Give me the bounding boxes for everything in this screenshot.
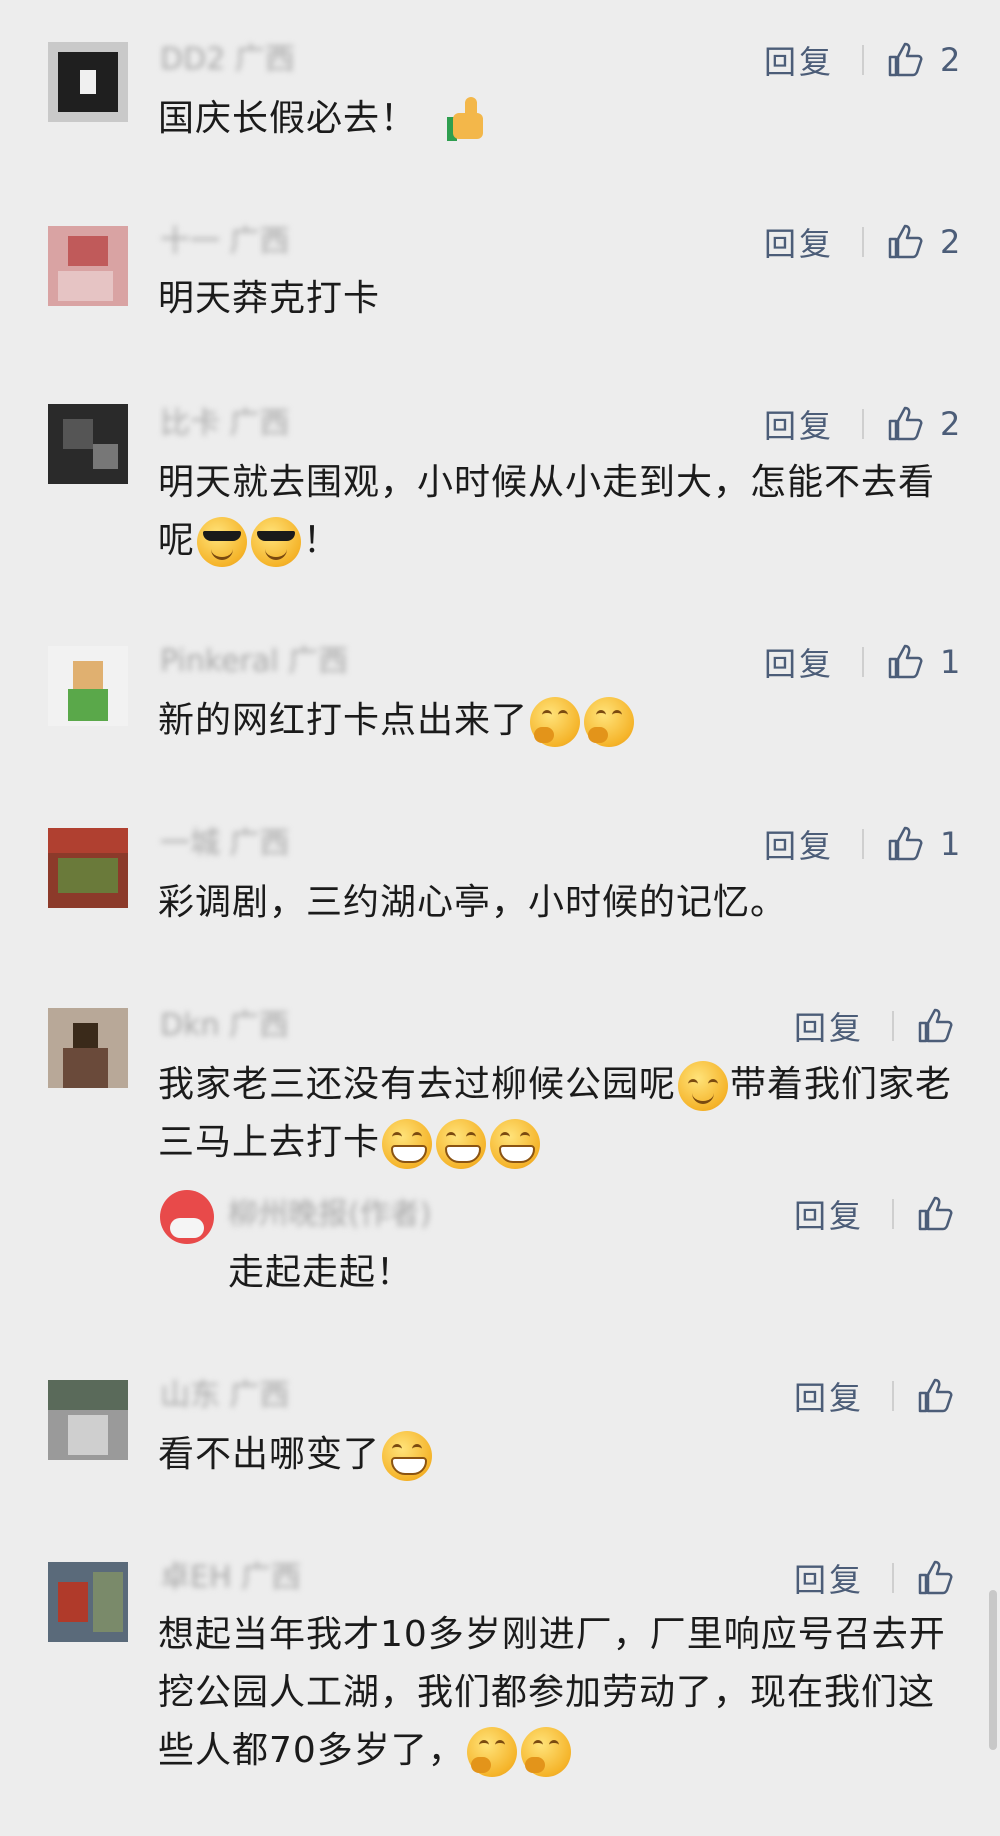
comment-text: 我家老三还没有去过柳候公园呢 带着我们家老三马上去打卡: [158, 1056, 958, 1172]
like-button[interactable]: [916, 1194, 956, 1234]
like-button[interactable]: 2: [886, 40, 960, 80]
reply-button[interactable]: 回复: [794, 1191, 864, 1237]
reply-button[interactable]: 回复: [794, 1373, 864, 1419]
action-divider: [862, 829, 865, 859]
thinking-emoji-icon: [530, 697, 581, 747]
like-button[interactable]: [916, 1558, 956, 1598]
thumbs-up-icon: [918, 1196, 953, 1231]
comment-text-body: 新的网红打卡点出来了: [158, 700, 529, 741]
avatar[interactable]: [48, 1380, 128, 1460]
grin-emoji-icon: [382, 1119, 433, 1169]
comment-text: 想起当年我才10多岁刚进厂，厂里响应号召去开挖公园人工湖，我们都参加劳动了，现在…: [158, 1606, 958, 1780]
comment-actions: 回复: [794, 1001, 956, 1051]
avatar[interactable]: [48, 646, 128, 726]
like-button[interactable]: 2: [886, 404, 960, 444]
like-count: 2: [940, 223, 961, 261]
thumbs-up-icon: [888, 406, 923, 441]
comment-text-end: ！: [303, 520, 341, 561]
sunglasses-emoji-icon: [251, 517, 302, 567]
avatar[interactable]: [160, 1190, 214, 1244]
comment-actions: 回复 1: [764, 819, 960, 869]
comment-text: 明天就去围观，小时候从小走到大，怎能不去看呢！: [158, 454, 958, 570]
thumbs-up-icon: [888, 42, 923, 77]
squint-emoji-icon: [678, 1061, 729, 1111]
action-divider: [862, 227, 865, 257]
comment-actions: 回复: [794, 1371, 956, 1421]
reply-button[interactable]: 回复: [764, 639, 834, 685]
comment-actions: 回复 1: [764, 637, 960, 687]
like-count: 2: [940, 41, 961, 79]
comment-actions: 回复 2: [764, 217, 960, 267]
comment-author[interactable]: 卓EH 广西: [160, 1558, 400, 1598]
like-count: 1: [940, 825, 961, 863]
avatar[interactable]: [48, 828, 128, 908]
comment-text-body: 看不出哪变了: [158, 1434, 381, 1475]
thinking-emoji-icon: [520, 1727, 571, 1777]
like-button[interactable]: 2: [886, 222, 960, 262]
thumbs-up-emoji-icon: [447, 95, 497, 145]
action-divider: [862, 45, 865, 75]
comment-text: 国庆长假必去！: [158, 90, 958, 148]
avatar[interactable]: [48, 404, 128, 484]
reply-button[interactable]: 回复: [764, 219, 834, 265]
action-divider: [892, 1381, 895, 1411]
comment-actions: 回复 2: [764, 399, 960, 449]
comment-text: 彩调剧，三约湖心亭，小时候的记忆。: [158, 882, 788, 923]
like-button[interactable]: [916, 1376, 956, 1416]
comment-author[interactable]: 比卡 广西: [160, 404, 400, 444]
thumbs-up-icon: [918, 1378, 953, 1413]
thumbs-up-icon: [888, 224, 923, 259]
comment-actions: 回复 2: [764, 35, 960, 85]
grin-emoji-icon: [382, 1431, 433, 1481]
grin-emoji-icon: [490, 1119, 541, 1169]
comment-text-body: 国庆长假必去！: [158, 98, 418, 139]
avatar[interactable]: [48, 1008, 128, 1088]
thinking-emoji-icon: [466, 1727, 517, 1777]
reply-button[interactable]: 回复: [794, 1003, 864, 1049]
comment-author[interactable]: Pinkeral 广西: [160, 642, 400, 682]
reply-author[interactable]: 柳州晚报(作者): [228, 1195, 468, 1235]
avatar[interactable]: [48, 1562, 128, 1642]
like-button[interactable]: 1: [886, 824, 960, 864]
reply-button[interactable]: 回复: [764, 821, 834, 867]
scrollbar[interactable]: [989, 1590, 997, 1750]
thumbs-up-icon: [918, 1008, 953, 1043]
action-divider: [892, 1563, 895, 1593]
avatar[interactable]: [48, 42, 128, 122]
comment-text: 新的网红打卡点出来了: [158, 692, 958, 750]
avatar[interactable]: [48, 226, 128, 306]
action-divider: [862, 409, 865, 439]
comment-text-body: 我家老三还没有去过柳候公园呢: [158, 1064, 677, 1105]
comment-actions: 回复: [794, 1553, 956, 1603]
thumbs-up-icon: [918, 1560, 953, 1595]
action-divider: [892, 1011, 895, 1041]
comment-author[interactable]: 十一 广西: [160, 222, 400, 262]
comment-author[interactable]: Dkn 广西: [160, 1006, 400, 1046]
reply-button[interactable]: 回复: [764, 401, 834, 447]
sunglasses-emoji-icon: [197, 517, 248, 567]
action-divider: [862, 647, 865, 677]
thumbs-up-icon: [888, 644, 923, 679]
action-divider: [892, 1199, 895, 1229]
reply-button[interactable]: 回复: [794, 1555, 864, 1601]
comment-text: 看不出哪变了: [158, 1426, 958, 1484]
comment-author[interactable]: DD2 广西: [160, 40, 400, 80]
thinking-emoji-icon: [584, 697, 635, 747]
thumbs-up-icon: [888, 826, 923, 861]
grin-emoji-icon: [436, 1119, 487, 1169]
comment-text: 明天莽克打卡: [158, 278, 381, 319]
like-count: 2: [940, 405, 961, 443]
like-count: 1: [940, 643, 961, 681]
comment-author[interactable]: 山东 广西: [160, 1376, 400, 1416]
like-button[interactable]: 1: [886, 642, 960, 682]
reply-button[interactable]: 回复: [764, 37, 834, 83]
like-button[interactable]: [916, 1006, 956, 1046]
comment-author[interactable]: 一城 广西: [160, 824, 400, 864]
reply-text: 走起走起！: [228, 1252, 414, 1293]
reply-actions: 回复: [794, 1189, 956, 1239]
